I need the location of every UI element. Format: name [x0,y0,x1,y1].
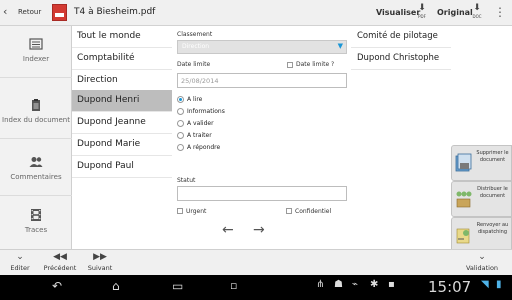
date-limite-checkbox[interactable] [287,62,293,68]
usb-icon: ⋔ [316,279,325,290]
action-radio-a-valider[interactable] [177,120,184,127]
previous-arrow-icon[interactable]: ← [222,222,234,238]
delete-document-label: Supprimer le document [476,150,509,163]
clock: 15:07 [428,278,472,296]
action-radio-label: A répondre [187,144,221,151]
sidebar-item-label: Index du document [2,116,70,124]
index-icon [29,38,43,50]
group-item[interactable]: Comité de pilotage [351,26,451,48]
chevron-down-icon: ⌄ [16,252,24,262]
send-back-dispatching-button[interactable]: Renvoyer au dispatching [451,217,512,253]
recipient-item[interactable]: Dupond Paul [72,156,172,178]
view-pdf-download-icon[interactable]: ⬇ PDF [416,3,428,22]
send-back-icon [456,228,470,244]
action-radio-label: A lire [187,96,203,103]
original-download-icon[interactable]: ⬇ DOC [471,3,483,22]
delete-document-button[interactable]: Supprimer le document [451,145,512,181]
previous-label: Précédent [43,264,77,272]
bottom-action-bar: ⌄ Editer ◀◀ Précédent ▶▶ Suivant ⌄ Valid… [0,249,512,275]
usb-debug-icon: ⌁ [352,279,359,290]
recipient-item[interactable]: Tout le monde [72,26,172,48]
screenshot-icon[interactable]: ▫ [230,279,237,292]
chevron-down-icon: ⌄ [478,252,486,262]
original-badge: DOC [472,14,482,19]
statut-label: Statut [177,177,196,184]
document-title: T4 à Biesheim.pdf [74,7,156,17]
sidebar-item-label: Commentaires [10,173,62,181]
users-icon [29,157,43,167]
classement-select[interactable]: Direction ▼ [177,40,347,54]
delete-document-icon [455,153,472,172]
send-back-dispatching-label: Renvoyer au dispatching [476,222,509,235]
edit-button[interactable]: ⌄ Editer [6,250,34,276]
android-system-bar: ↶ ⌂ ▭ ▫ ⋔ ☗ ⌁ ✱ ▪ 15:07 ◥ ▮ [0,275,512,300]
previous-button[interactable]: ◀◀ Précédent [42,250,78,276]
distribute-icon [456,191,472,208]
recipient-item[interactable]: Comptabilité [72,48,172,70]
distribute-document-label: Distribuer le document [477,186,508,199]
pdf-file-icon [52,4,67,21]
action-radio-a-traiter[interactable] [177,132,184,139]
home-nav-icon[interactable]: ⌂ [112,279,120,293]
date-limite-checkbox-label: Date limite ? [296,61,335,68]
classement-placeholder: Direction [182,43,210,50]
confidentiel-label: Confidentiel [295,208,332,215]
sidebar-item-label: Traces [24,226,48,234]
date-limite-field[interactable]: 25/08/2014 [177,73,347,88]
back-nav-icon[interactable]: ↶ [52,279,62,293]
film-icon [31,209,41,221]
next-label: Suivant [87,264,113,272]
recipient-item[interactable]: Direction [72,70,172,92]
action-radio-a-lire[interactable] [177,96,184,103]
overflow-menu-icon[interactable]: ⋮ [494,5,506,19]
android-notification-icon: ☗ [334,279,343,290]
wifi-icon: ◥ [481,279,489,290]
recipient-item[interactable]: Dupond Marie [72,134,172,156]
back-button[interactable]: Retour [18,8,41,16]
next-arrow-icon[interactable]: → [253,222,265,238]
view-badge: PDF [418,14,426,19]
action-radio-informations[interactable] [177,108,184,115]
action-bar: ‹ Retour T4 à Biesheim.pdf Visualiser ⬇ P… [0,0,512,26]
distribute-document-button[interactable]: Distribuer le document [451,181,512,217]
sidebar-item-comments[interactable]: Commentaires [0,144,72,196]
notification-icon: ▪ [388,279,395,290]
edit-label: Editer [10,264,30,272]
action-radio-label: A valider [187,120,214,127]
recipient-item-selected[interactable]: Dupond Henri [72,90,172,112]
group-item[interactable]: Dupond Christophe [351,48,451,70]
recipient-item[interactable]: Dupond Jeanne [72,112,172,134]
back-chevron-icon[interactable]: ‹ [3,5,7,18]
battery-icon: ▮ [496,279,502,290]
urgent-label: Urgent [186,208,207,215]
left-sidebar: Indexer Index du document Commentaires T… [0,26,72,249]
statut-field[interactable] [177,186,347,201]
action-radio-a-repondre[interactable] [177,144,184,151]
fast-forward-icon: ▶▶ [93,252,107,262]
original-button[interactable]: Original [437,8,473,17]
sidebar-item-traces[interactable]: Traces [0,197,72,249]
validation-label: Validation [465,264,499,272]
sidebar-item-index-document[interactable]: Index du document [0,87,72,139]
rewind-icon: ◀◀ [53,252,67,262]
validation-button[interactable]: ⌄ Validation [462,250,502,276]
date-limite-label: Date limite [177,61,211,68]
date-value: 25/08/2014 [181,77,219,85]
clipboard-icon [32,99,40,111]
dropdown-caret-icon: ▼ [337,42,343,50]
recent-apps-icon[interactable]: ▭ [172,279,183,293]
classement-label: Classement [177,31,213,38]
sidebar-item-indexer[interactable]: Indexer [0,26,72,78]
next-button[interactable]: ▶▶ Suivant [84,250,116,276]
action-radio-label: A traiter [187,132,212,139]
bug-icon: ✱ [370,279,379,290]
view-button[interactable]: Visualiser [376,8,420,17]
urgent-checkbox[interactable] [177,208,183,214]
action-radio-label: Informations [187,108,225,115]
sidebar-item-label: Indexer [22,55,50,63]
confidentiel-checkbox[interactable] [286,208,292,214]
